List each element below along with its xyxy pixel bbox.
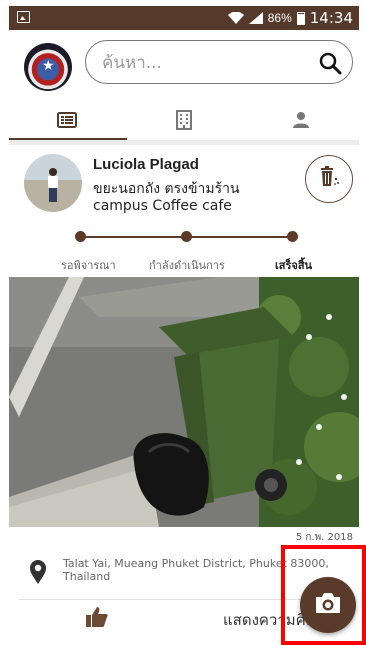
location-pin-icon (29, 559, 47, 585)
search-input[interactable] (100, 50, 304, 76)
thumbs-up-icon[interactable] (85, 605, 111, 631)
list-icon (57, 111, 77, 133)
tab-organization[interactable] (126, 104, 242, 140)
progress-dot-3 (287, 231, 298, 242)
camera-icon (314, 591, 342, 620)
tab-feed[interactable] (9, 104, 125, 140)
signal-icon (248, 12, 263, 24)
poster-name: Luciola Plagad (93, 156, 199, 173)
battery-percent: 86% (267, 11, 292, 25)
report-card: Luciola Plagad ขยะนอกถัง ตรงข้ามร้าน cam… (9, 145, 359, 638)
status-label-in-progress: กำลังดำเนินการ (149, 259, 225, 272)
tab-profile[interactable] (243, 104, 359, 140)
gallery-notification-icon (17, 11, 30, 23)
trash-icon (318, 165, 340, 194)
app-header (9, 30, 359, 140)
poster-avatar[interactable] (24, 154, 82, 212)
status-bar: 86% 14:34 (9, 6, 359, 30)
progress-dot-2 (181, 231, 192, 242)
progress-dot-1 (75, 231, 86, 242)
trash-button[interactable] (305, 155, 353, 203)
report-photo[interactable] (9, 277, 359, 527)
battery-icon (296, 11, 305, 25)
status-label-done: เสร็จสิ้น (275, 259, 313, 272)
post-text: ขยะนอกถัง ตรงข้ามร้าน campus Coffee cafe (93, 181, 240, 214)
person-icon (292, 111, 310, 134)
post-date: 5 ก.พ. 2018 (295, 532, 353, 543)
status-label-pending: รอพิจารณา (61, 259, 116, 272)
camera-button[interactable] (300, 577, 356, 633)
search-box[interactable] (85, 40, 353, 84)
building-icon (176, 109, 192, 135)
clock: 14:34 (309, 9, 353, 27)
status-progress: รอพิจารณา กำลังดำเนินการ เสร็จสิ้น (9, 221, 359, 272)
tab-bar (9, 104, 359, 140)
app-screen: 86% 14:34 ★ ค้นหา... Luciola Plagad ขยะน… (9, 6, 359, 638)
active-tab-indicator (9, 138, 127, 140)
user-avatar[interactable] (24, 43, 72, 91)
wifi-icon (227, 12, 244, 24)
search-icon[interactable] (318, 51, 342, 75)
status-bar-right: 86% 14:34 (227, 9, 353, 27)
